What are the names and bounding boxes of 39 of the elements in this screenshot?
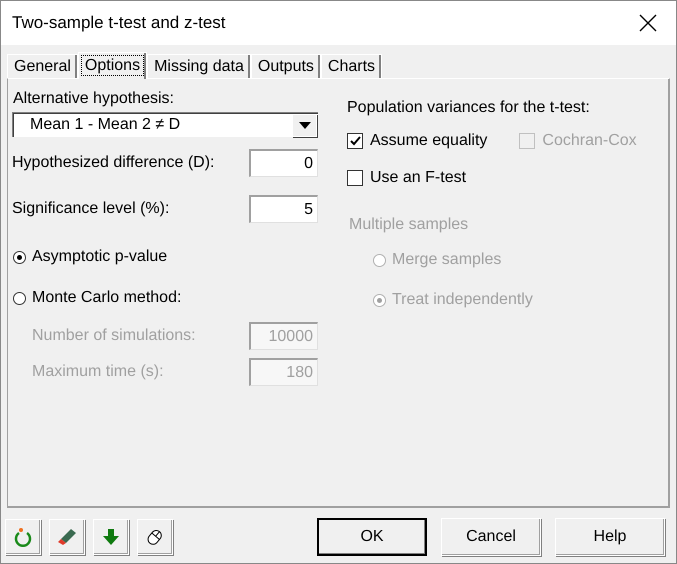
field-label: Number of simulations: <box>32 326 196 346</box>
eraser-icon <box>57 528 77 546</box>
tab[interactable]: Outputs <box>250 54 321 78</box>
dropdown[interactable]: Mean 1 - Mean 2 ≠ D <box>12 112 318 137</box>
close-button[interactable] <box>638 13 658 33</box>
eraser-button[interactable] <box>49 519 85 555</box>
dialog-button[interactable]: Cancel <box>441 518 541 556</box>
caret-icon <box>298 122 310 128</box>
radio-option[interactable]: Monte Carlo method: <box>13 286 342 310</box>
reset-button[interactable] <box>5 519 41 555</box>
dropdown-value: Mean 1 - Mean 2 ≠ D <box>30 115 180 135</box>
tab[interactable]: Missing data <box>147 54 251 78</box>
field-label: Maximum time (s): <box>32 362 164 382</box>
number-field[interactable]: 5 <box>249 195 318 223</box>
section-label: Population variances for the t-test: <box>347 98 591 118</box>
dialog-button[interactable]: OK <box>317 518 427 556</box>
field-label: Significance level (%): <box>12 199 170 219</box>
tab[interactable]: General <box>7 54 78 78</box>
checkbox-option: Cochran-Cox <box>519 129 637 153</box>
radio-option[interactable]: Asymptotic p-value <box>13 245 342 269</box>
field-label: Alternative hypothesis: <box>13 89 175 109</box>
checkbox-option[interactable]: Assume equality <box>347 129 488 153</box>
radio-option: Treat independently <box>373 288 669 312</box>
refresh-icon <box>14 527 32 547</box>
down-arrow-button[interactable] <box>93 519 129 555</box>
check-icon <box>350 136 360 146</box>
window-title: Two-sample t-test and z-test <box>12 12 226 34</box>
section-label: Multiple samples <box>349 215 470 235</box>
field-label: Hypothesized difference (D): <box>12 153 214 173</box>
number-field[interactable]: 0 <box>249 149 318 177</box>
down-arrow-icon <box>102 528 120 546</box>
dropdown-button[interactable] <box>292 114 317 136</box>
close-icon <box>639 14 657 32</box>
mouse-button[interactable] <box>137 519 173 555</box>
tab[interactable]: Charts <box>320 54 382 78</box>
tab[interactable]: Options <box>78 52 148 79</box>
dialog-button[interactable]: Help <box>555 518 665 556</box>
checkbox-option[interactable]: Use an F-test <box>347 166 466 190</box>
radio-option: Merge samples <box>373 248 669 272</box>
